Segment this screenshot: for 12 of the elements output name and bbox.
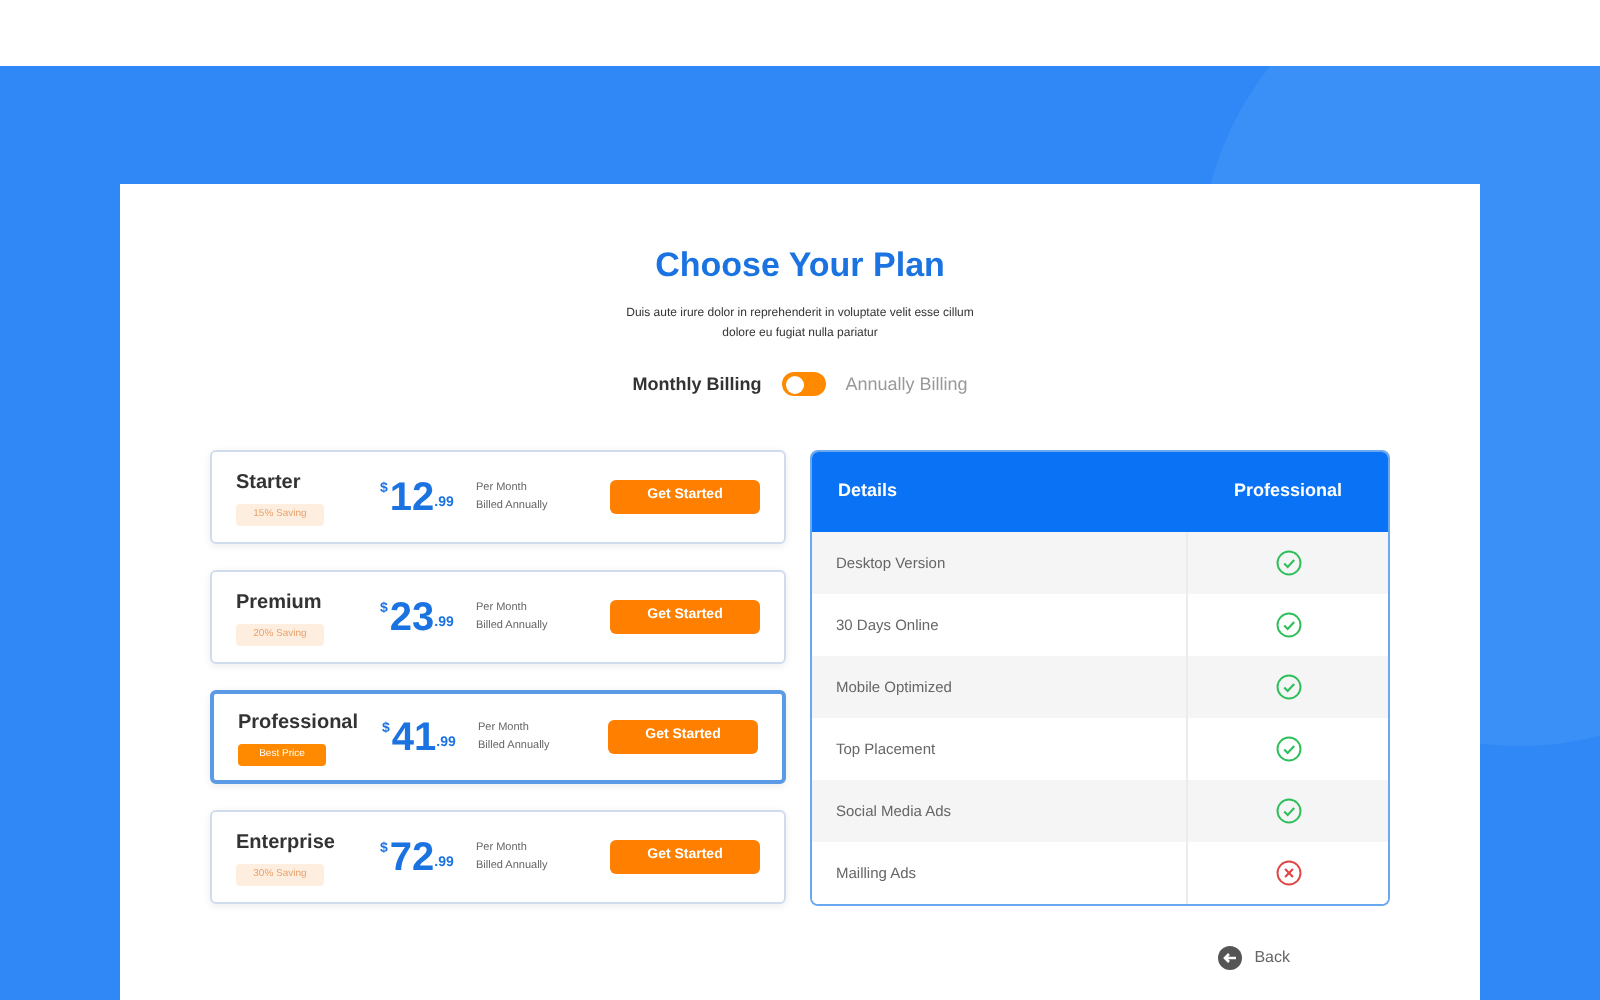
column-header: Professional: [1231, 478, 1345, 505]
back-arrow-icon: [1218, 946, 1243, 970]
billing-toggle[interactable]: [781, 372, 826, 397]
back-button[interactable]: Back: [1218, 946, 1290, 970]
billing-label: Monthly Billing: [632, 371, 762, 398]
page-title: Choose Your Plan: [655, 244, 945, 288]
plan-name: Starter: [236, 469, 303, 498]
billing-label: Annually Billing: [845, 371, 968, 398]
column-header: Details: [836, 478, 900, 505]
plan-name: Professional: [238, 709, 361, 738]
plan-name: Premium: [236, 589, 324, 618]
plan-name: Enterprise: [236, 829, 337, 858]
